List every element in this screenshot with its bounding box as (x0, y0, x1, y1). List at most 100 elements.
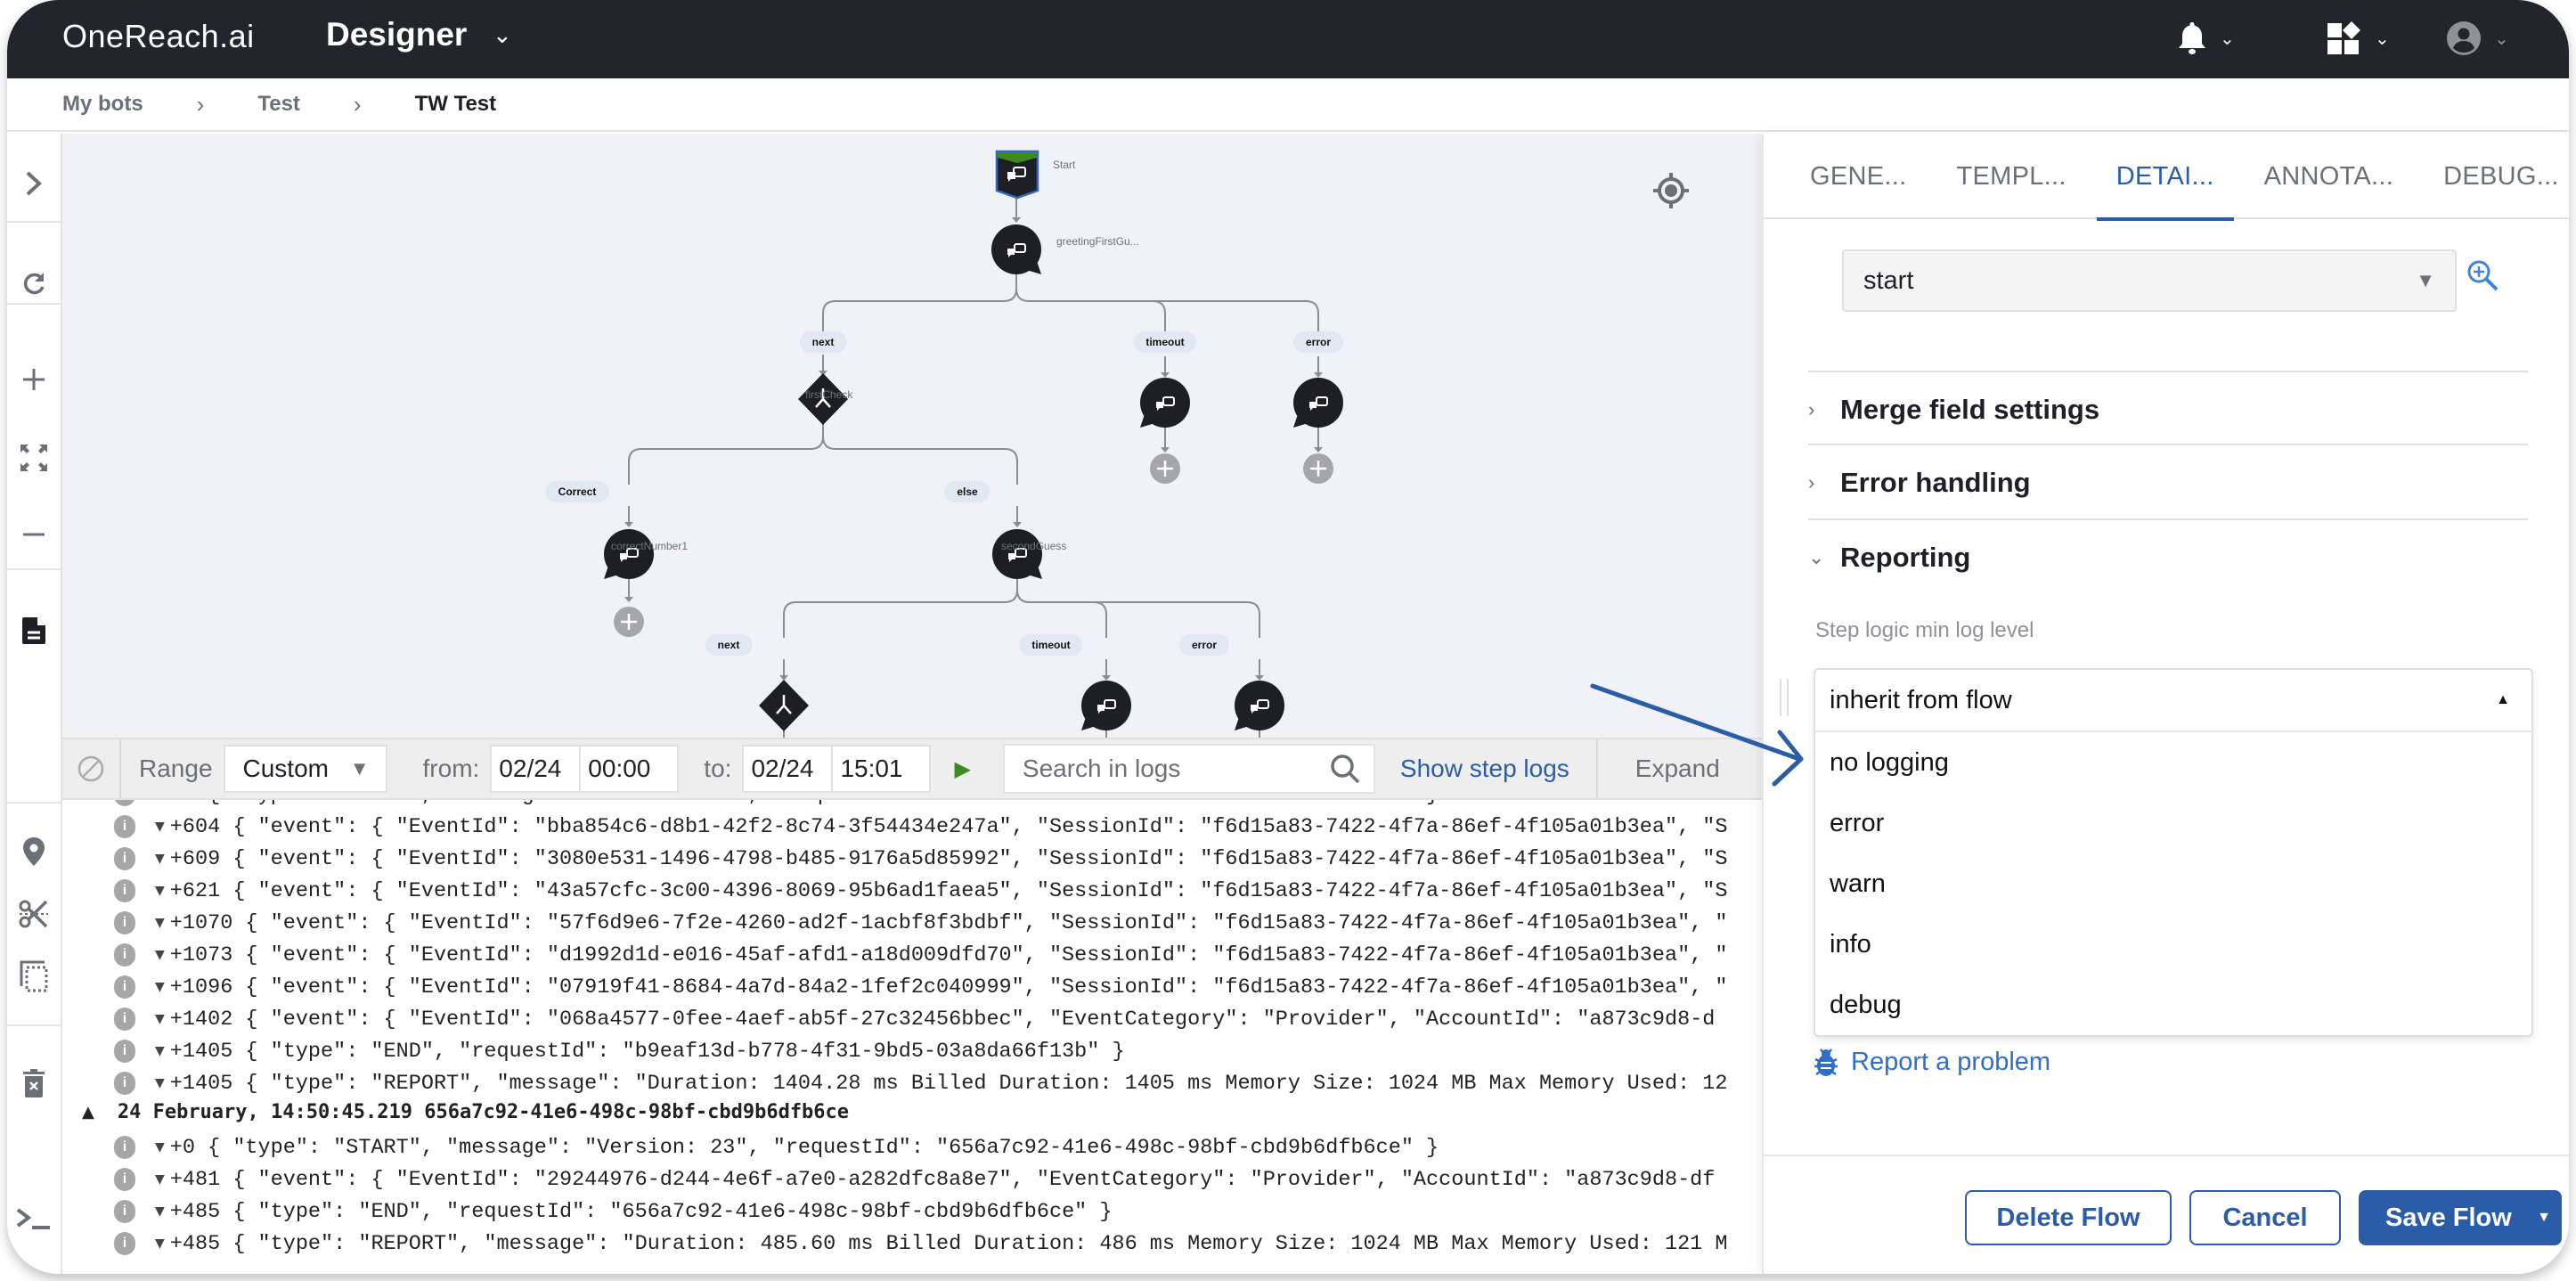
expand-caret-icon[interactable]: ▼ (155, 820, 165, 834)
log-level-option[interactable]: warn (1815, 853, 2531, 914)
section-merge-field-settings[interactable]: › Merge field settings (1808, 371, 2528, 447)
expand-caret-icon[interactable]: ▼ (155, 948, 165, 962)
from-time-input[interactable]: 00:00 (579, 745, 680, 793)
search-icon[interactable] (1329, 753, 1361, 785)
tab-annota[interactable]: ANNOTA... (2245, 134, 2414, 219)
edge-label-timeout[interactable]: timeout (1019, 634, 1083, 656)
log-line[interactable]: i ▼ +0 { "type": "START", "message": "Vers… (62, 1131, 1439, 1163)
edge-label-timeout[interactable]: timeout (1133, 331, 1197, 353)
zoom-in-button[interactable] (7, 353, 61, 406)
delete-flow-button[interactable]: Delete Flow (1965, 1190, 2172, 1245)
log-search-input[interactable] (1022, 755, 1290, 783)
log-output[interactable]: i ▼ +0 { "type": "START", "message": "Vers… (62, 800, 1769, 1274)
fit-screen-button[interactable] (7, 431, 61, 485)
expand-caret-icon[interactable]: ▼ (155, 1236, 165, 1251)
copy-selection-button[interactable] (7, 950, 61, 1003)
log-line[interactable]: i ▼ +604 { "event": { "EventId": "bba854c6… (62, 811, 1728, 843)
expand-logs-button[interactable]: Expand (1595, 739, 1720, 798)
add-step-button[interactable] (613, 606, 645, 638)
expand-caret-icon[interactable]: ▼ (155, 800, 165, 802)
log-line[interactable]: i ▼ +0 { "type": "START", "message": "Vers… (62, 800, 1439, 811)
chevron-down-icon[interactable]: ⌄ (493, 21, 512, 49)
show-step-logs-link[interactable]: Show step logs (1400, 755, 1569, 783)
report-problem-link[interactable]: Report a problem (1814, 1048, 2050, 1077)
log-level-option[interactable]: error (1815, 793, 2531, 853)
start-node[interactable] (994, 150, 1040, 200)
log-line[interactable]: i ▼ +485 { "type": "REPORT", "message": "D… (62, 1228, 1728, 1260)
tab-templ[interactable]: TEMPL... (1936, 134, 2085, 219)
range-select[interactable]: Custom ▼ (223, 745, 387, 793)
cut-button[interactable] (7, 887, 61, 941)
refresh-button[interactable] (7, 257, 61, 310)
log-line[interactable]: i ▼ +1402 { "event": { "EventId": "068a457… (62, 1003, 1715, 1035)
edge-label-next[interactable]: next (799, 331, 847, 353)
center-view-button[interactable] (1644, 164, 1698, 217)
expand-caret-icon[interactable]: ▼ (155, 1140, 165, 1155)
tab-gene[interactable]: GENE... (1790, 134, 1926, 219)
notifications-button[interactable]: ⌄ (2177, 16, 2235, 61)
expand-panel-button[interactable] (7, 157, 61, 210)
flow-canvas[interactable]: Start greetingFirstGu... firstCheck corr… (62, 134, 1769, 738)
log-line[interactable]: i ▼ +621 { "event": { "EventId": "43a57cfc… (62, 875, 1728, 907)
tab-detai[interactable]: DETAI... (2096, 134, 2234, 221)
log-level-option[interactable]: no logging (1815, 732, 2531, 793)
node-correctnumber1[interactable] (600, 527, 657, 584)
cancel-button[interactable]: Cancel (2189, 1190, 2341, 1245)
caret-down-icon[interactable]: ▼ (2537, 1210, 2551, 1226)
edge-label-else[interactable]: else (944, 481, 990, 502)
node-error-1[interactable] (1290, 376, 1347, 433)
expand-caret-icon[interactable]: ▼ (155, 980, 165, 994)
log-group-header[interactable]: ▲ 24 February, 14:50:45.219 656a7c92-41e6… (82, 1094, 849, 1130)
log-level-option[interactable]: debug (1815, 975, 2531, 1035)
expand-caret-icon[interactable]: ▼ (155, 1076, 165, 1090)
expand-caret-icon[interactable]: ▼ (155, 1044, 165, 1058)
expand-caret-icon[interactable]: ▼ (155, 1012, 165, 1026)
expand-caret-icon[interactable]: ▼ (155, 884, 165, 898)
from-date-input[interactable]: 02/24 (490, 745, 580, 793)
to-time-input[interactable]: 15:01 (831, 745, 932, 793)
account-button[interactable]: ⌄ (2446, 16, 2509, 61)
play-icon[interactable]: ▶ (954, 756, 970, 782)
add-step-button[interactable] (1302, 453, 1334, 485)
zoom-to-step-button[interactable] (2466, 258, 2501, 298)
log-level-dropdown[interactable]: inherit from flow ▲ no logging error warn i… (1814, 668, 2533, 1037)
log-line[interactable]: i ▼ +481 { "event": { "EventId": "29244976… (62, 1163, 1715, 1195)
expand-caret-icon[interactable]: ▼ (155, 916, 165, 930)
app-switcher-label[interactable]: Designer (326, 16, 467, 53)
breadcrumb-my-bots[interactable]: My bots (62, 92, 143, 117)
log-level-option[interactable]: info (1815, 914, 2531, 975)
node-secondguess[interactable] (989, 527, 1046, 584)
node-timeout-2[interactable] (1078, 679, 1135, 736)
document-button[interactable] (7, 604, 61, 657)
log-line[interactable]: i ▼ +609 { "event": { "EventId": "3080e531… (62, 843, 1728, 875)
edge-label-error[interactable]: error (1292, 331, 1344, 353)
expand-caret-icon[interactable]: ▼ (155, 852, 165, 866)
log-line[interactable]: i ▼ +485 { "type": "END", "requestId": "65… (62, 1195, 1112, 1228)
log-line[interactable]: i ▼ +1405 { "type": "END", "requestId": "b… (62, 1035, 1125, 1067)
panel-resize-handle[interactable] (1780, 679, 1789, 716)
log-level-select[interactable]: inherit from flow ▲ (1815, 670, 2531, 732)
node-greeting[interactable] (988, 223, 1045, 280)
logo[interactable]: OneReach.ai (62, 18, 255, 55)
tab-debug[interactable]: DEBUG... (2424, 134, 2569, 219)
edge-label-error[interactable]: error (1178, 634, 1230, 656)
apps-button[interactable]: ⌄ (2327, 16, 2390, 61)
log-line[interactable]: i ▼ +1073 { "event": { "EventId": "d1992d1… (62, 939, 1727, 971)
delete-button[interactable] (7, 1057, 61, 1110)
location-button[interactable] (7, 825, 61, 878)
collapse-caret-icon[interactable]: ▲ (82, 1103, 94, 1122)
to-date-input[interactable]: 02/24 (742, 745, 832, 793)
edge-label-next[interactable]: next (705, 634, 753, 656)
add-step-button[interactable] (1149, 453, 1181, 485)
expand-caret-icon[interactable]: ▼ (155, 1172, 165, 1187)
node-timeout-1[interactable] (1137, 376, 1194, 433)
log-line[interactable]: i ▼ +1096 { "event": { "EventId": "07919f4… (62, 971, 1727, 1003)
section-error-handling[interactable]: › Error handling (1808, 444, 2528, 520)
edge-label-correct[interactable]: Correct (545, 481, 609, 502)
section-reporting[interactable]: ⌄ Reporting (1808, 518, 2528, 595)
save-flow-button[interactable]: Save Flow ▼ (2359, 1190, 2562, 1245)
log-line[interactable]: i ▼ +1070 { "event": { "EventId": "57f6d9e… (62, 907, 1727, 939)
zoom-out-button[interactable] (7, 508, 61, 561)
clear-logs-button[interactable] (62, 739, 121, 798)
console-button[interactable] (7, 1192, 61, 1245)
